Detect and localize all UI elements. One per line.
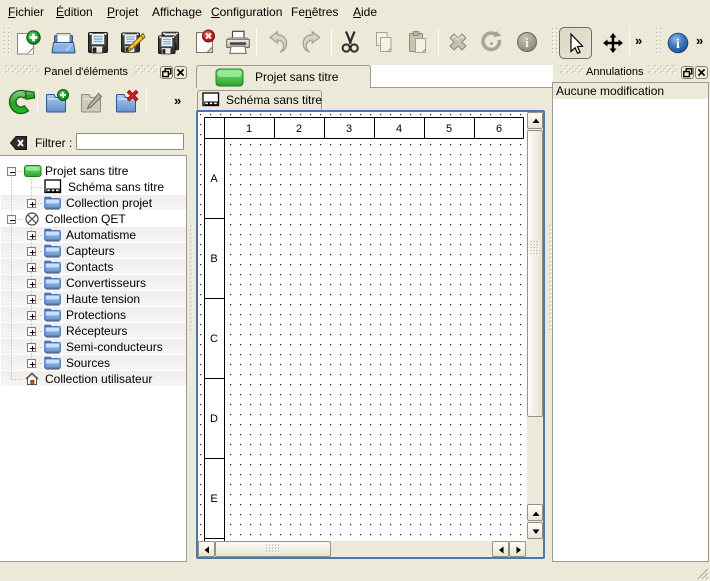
svg-text:6: 6 — [496, 123, 502, 135]
svg-text:E: E — [210, 493, 217, 505]
svg-text:A: A — [210, 173, 218, 185]
svg-text:D: D — [210, 413, 218, 425]
svg-text:2: 2 — [296, 123, 302, 135]
svg-text:3: 3 — [346, 123, 352, 135]
svg-text:C: C — [210, 333, 218, 345]
svg-text:1: 1 — [246, 123, 252, 135]
svg-text:B: B — [210, 253, 217, 265]
svg-text:5: 5 — [446, 123, 452, 135]
svg-text:4: 4 — [396, 123, 402, 135]
